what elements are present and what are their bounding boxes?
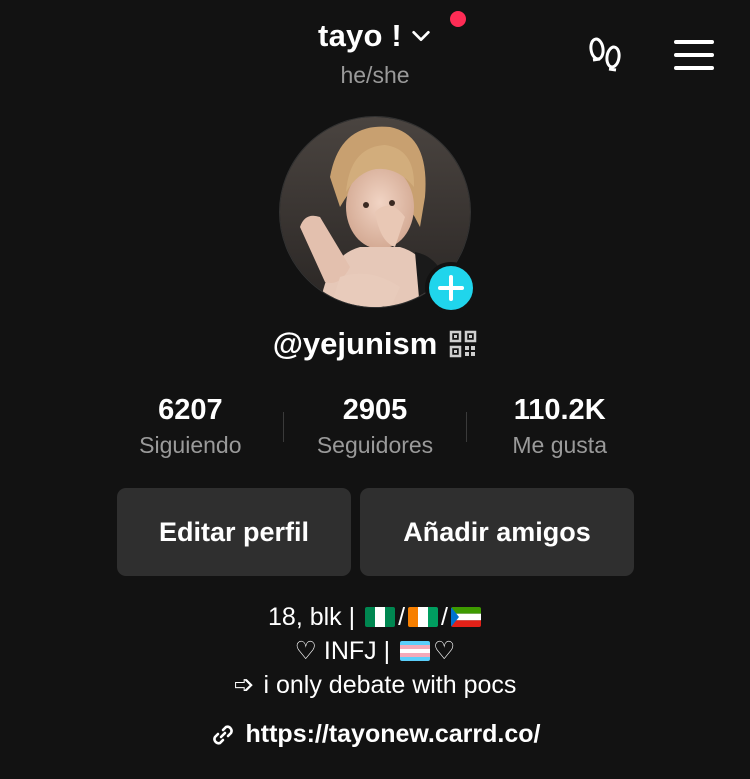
plus-icon (438, 275, 464, 301)
stat-following[interactable]: 6207 Siguiendo (98, 392, 283, 472)
bio-text: ♡ INFJ | (294, 637, 398, 665)
equatorial-guinea-flag (450, 607, 481, 627)
profile-actions: Editar perfil Añadir amigos (117, 488, 634, 576)
flag-separator: / (398, 603, 406, 631)
menu-line (674, 40, 714, 44)
handle-group: @yejunism (273, 326, 478, 362)
bio-line-3: ➩ i only debate with pocs (0, 668, 750, 702)
stat-value: 6207 (158, 394, 223, 426)
footprints-icon[interactable] (585, 36, 627, 78)
bio-link-row: https://tayonew.carrd.co/ (0, 720, 750, 753)
bio-text: 18, blk | (268, 603, 363, 631)
stat-label: Siguiendo (139, 432, 242, 458)
add-avatar-button[interactable] (425, 262, 477, 314)
hamburger-menu-icon[interactable] (674, 40, 714, 72)
bio-link-url: https://tayonew.carrd.co/ (245, 720, 541, 748)
account-switcher-wrap: tayo ! (0, 18, 750, 54)
account-switcher[interactable]: tayo ! (318, 18, 432, 54)
stat-value: 110.2K (513, 394, 606, 426)
nigeria-flag (365, 607, 396, 627)
bio: 18, blk | / / ♡ INFJ | ♡ ➩ i only debate… (0, 600, 750, 702)
avatar-container (279, 116, 477, 314)
pronouns: he/she (340, 62, 410, 88)
stat-followers[interactable]: 2905 Seguidores (282, 392, 468, 472)
bio-text: ♡ (433, 637, 456, 665)
bio-link[interactable]: https://tayonew.carrd.co/ (210, 720, 541, 749)
notification-dot (450, 11, 466, 27)
top-bar: tayo ! he/she (0, 0, 750, 100)
bio-line-1: 18, blk | / / (0, 600, 750, 634)
stat-likes[interactable]: 110.2K Me gusta (467, 392, 652, 472)
add-friends-button[interactable]: Añadir amigos (360, 488, 634, 576)
menu-line (674, 66, 714, 70)
bio-text: i only debate with pocs (256, 671, 517, 699)
flag-separator: / (441, 603, 448, 631)
profile-handle: @yejunism (272, 326, 438, 361)
stat-label: Me gusta (512, 432, 607, 458)
link-icon (212, 725, 233, 744)
username-title: tayo ! (318, 18, 402, 53)
stat-label: Seguidores (316, 432, 434, 458)
chevron-down-icon (412, 30, 430, 42)
bio-line-2: ♡ INFJ | ♡ (0, 634, 750, 668)
handle-row: @yejunism (0, 326, 750, 362)
qr-code-icon[interactable] (449, 330, 477, 358)
menu-line (674, 53, 714, 57)
arrow-icon: ➩ (233, 671, 255, 699)
stat-divider (282, 412, 284, 442)
edit-profile-button[interactable]: Editar perfil (117, 488, 351, 576)
transgender-flag (400, 641, 431, 661)
profile-stats: 6207 Siguiendo 2905 Seguidores 110.2K Me… (98, 392, 652, 472)
ivory-coast-flag (408, 607, 439, 627)
stat-value: 2905 (342, 394, 408, 426)
